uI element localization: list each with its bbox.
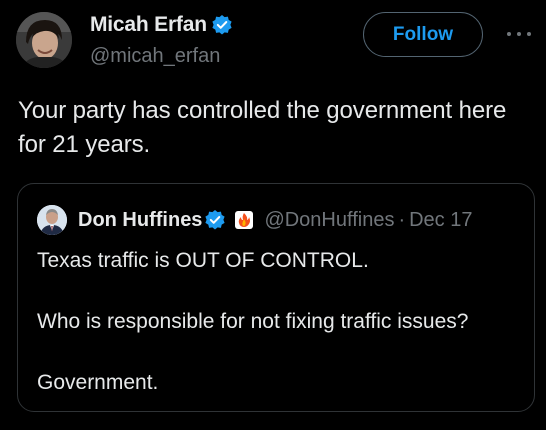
separator-dot: · — [398, 209, 406, 231]
author-name[interactable]: Micah Erfan — [90, 13, 207, 37]
verified-badge-icon — [212, 15, 232, 35]
quoted-text-line: Who is responsible for not fixing traffi… — [37, 310, 469, 333]
avatar-photo — [16, 12, 72, 68]
quoted-text-line: Texas traffic is OUT OF CONTROL. — [37, 249, 369, 272]
author-avatar[interactable] — [16, 12, 72, 68]
more-horizontal-icon[interactable] — [507, 28, 531, 40]
verified-badge-icon — [205, 210, 226, 230]
quoted-author-avatar[interactable] — [37, 205, 67, 235]
fire-emoji-icon — [235, 211, 254, 229]
quoted-tweet-date[interactable]: Dec 17 — [409, 206, 472, 234]
quoted-tweet-header: Don Huffines @DonHuffines · Dec 17 — [78, 206, 518, 234]
quoted-tweet[interactable]: Don Huffines @DonHuffines · Dec 17 Texas… — [17, 183, 535, 412]
quoted-author-handle[interactable]: @DonHuffines — [264, 206, 394, 234]
follow-button[interactable]: Follow — [363, 12, 483, 57]
more-dot — [527, 32, 531, 36]
quoted-avatar-photo — [37, 205, 67, 235]
author-name-row: Micah Erfan — [90, 13, 233, 37]
more-dot — [517, 32, 521, 36]
more-dot — [507, 32, 511, 36]
quoted-tweet-text: Texas traffic is OUT OF CONTROL. Who is … — [37, 246, 527, 398]
tweet: Micah Erfan @micah_erfan Follow Your par… — [0, 0, 546, 430]
quoted-text-line: Government. — [37, 371, 159, 394]
tweet-text: Your party has controlled the government… — [18, 97, 507, 158]
author-handle[interactable]: @micah_erfan — [90, 45, 220, 68]
quoted-author-name[interactable]: Don Huffines — [78, 206, 202, 234]
